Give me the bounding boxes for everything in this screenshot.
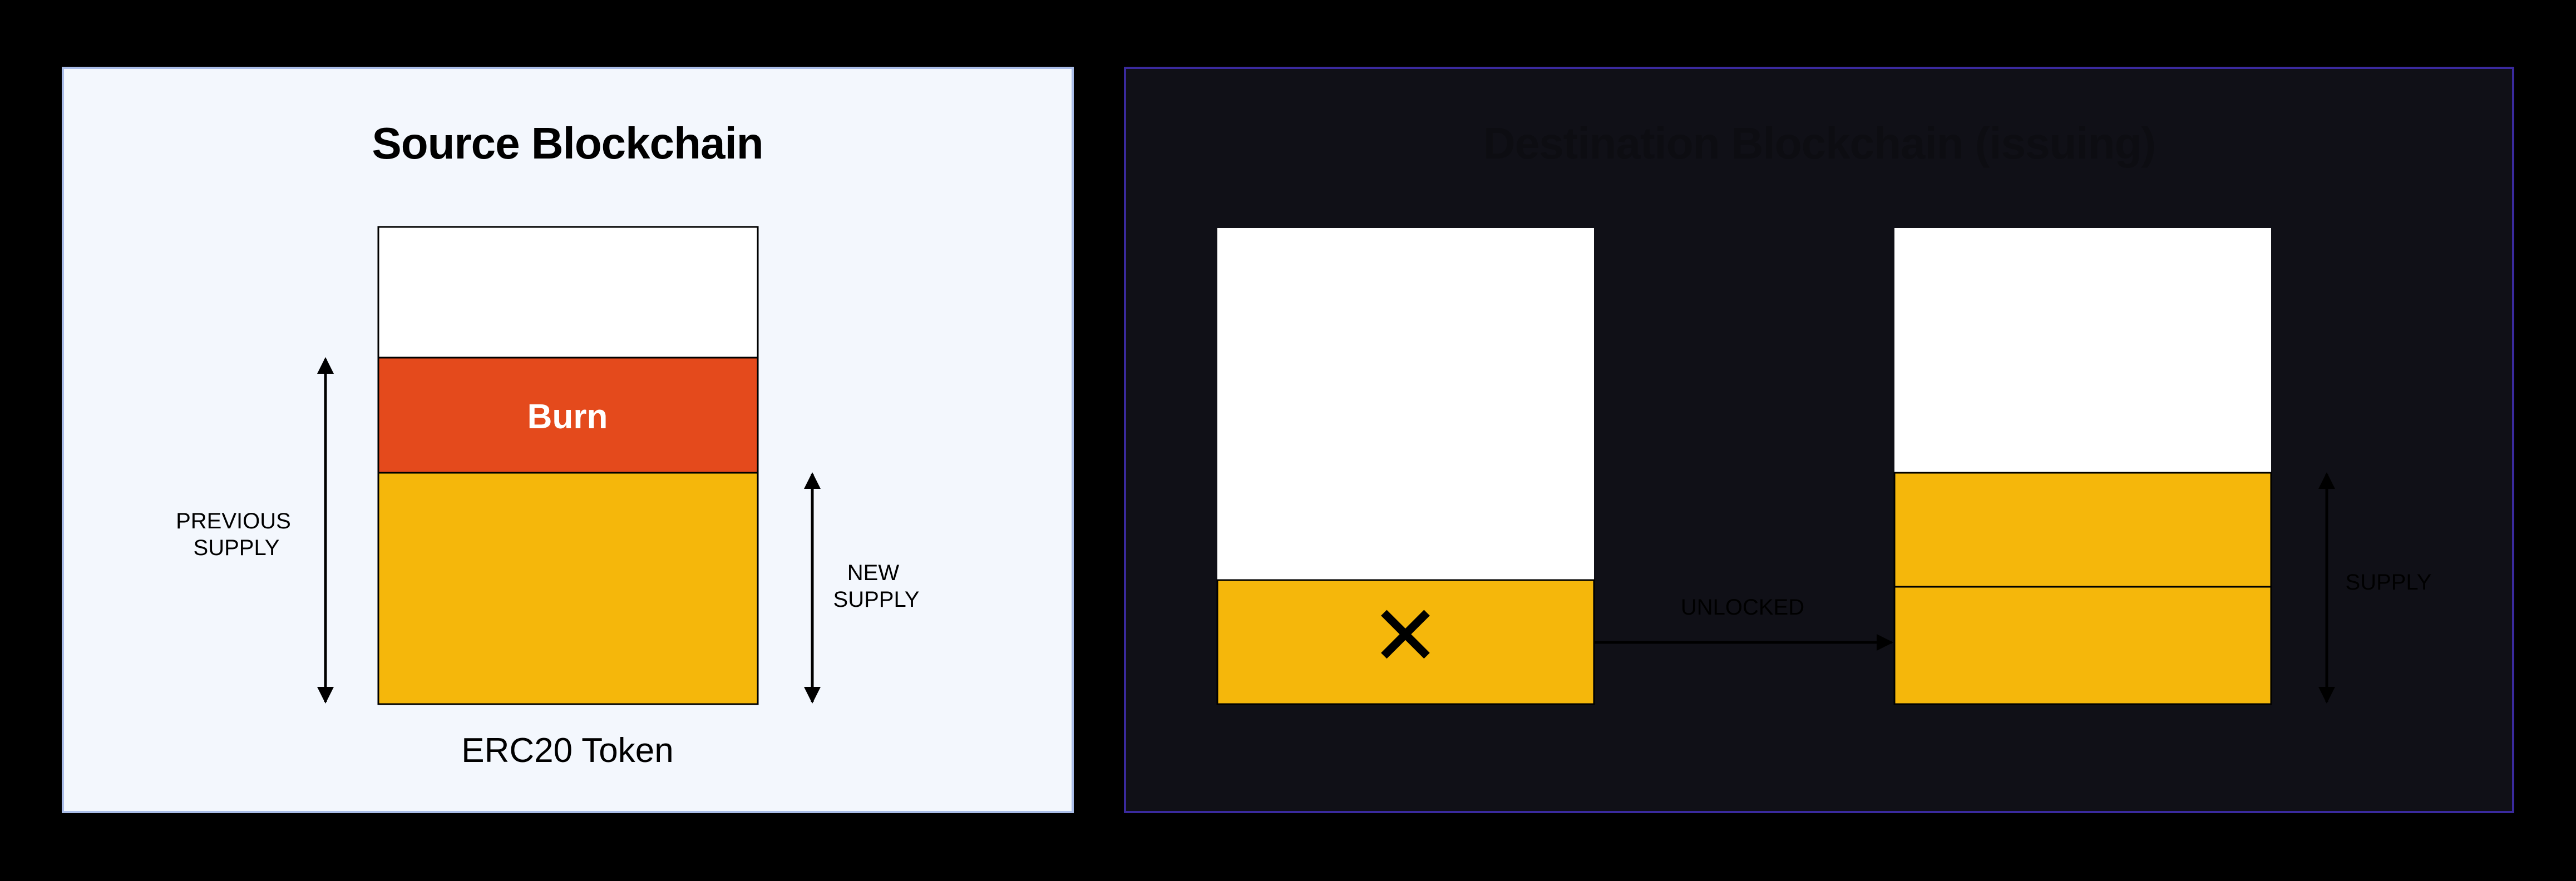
erc20-token-label: ERC20 Token: [461, 731, 673, 770]
source-empty-segment: [377, 226, 759, 359]
dest-right-upper-token-segment: [1893, 472, 2272, 588]
source-supply-segment: [377, 472, 759, 705]
new-supply-line2: SUPPLY: [833, 587, 920, 612]
source-panel: Source Blockchain Burn ERC20 Token PREVI…: [62, 67, 1074, 813]
new-supply-line1: NEW: [847, 561, 900, 585]
x-mark-icon: ✕: [1370, 588, 1440, 685]
dest-right-empty-segment: [1894, 228, 2271, 473]
unlocked-label: UNLOCKED: [1681, 595, 1804, 620]
dest-supply-label: SUPPLY: [2346, 570, 2432, 595]
diagram-stage: Source Blockchain Burn ERC20 Token PREVI…: [0, 0, 2576, 881]
burn-label: Burn: [527, 398, 608, 436]
destination-title: Destination Blockchain (issuing): [1483, 118, 2155, 168]
previous-supply-line1: PREVIOUS: [176, 509, 291, 533]
previous-supply-line2: SUPPLY: [194, 536, 280, 560]
source-title: Source Blockchain: [372, 118, 763, 168]
destination-panel: Destination Blockchain (issuing) ✕ UNLOC…: [1124, 67, 2514, 813]
dest-left-empty-segment: [1217, 228, 1594, 580]
dest-right-lower-token-segment: [1893, 586, 2272, 705]
bridge-diagram: Source Blockchain Burn ERC20 Token PREVI…: [62, 67, 2514, 813]
